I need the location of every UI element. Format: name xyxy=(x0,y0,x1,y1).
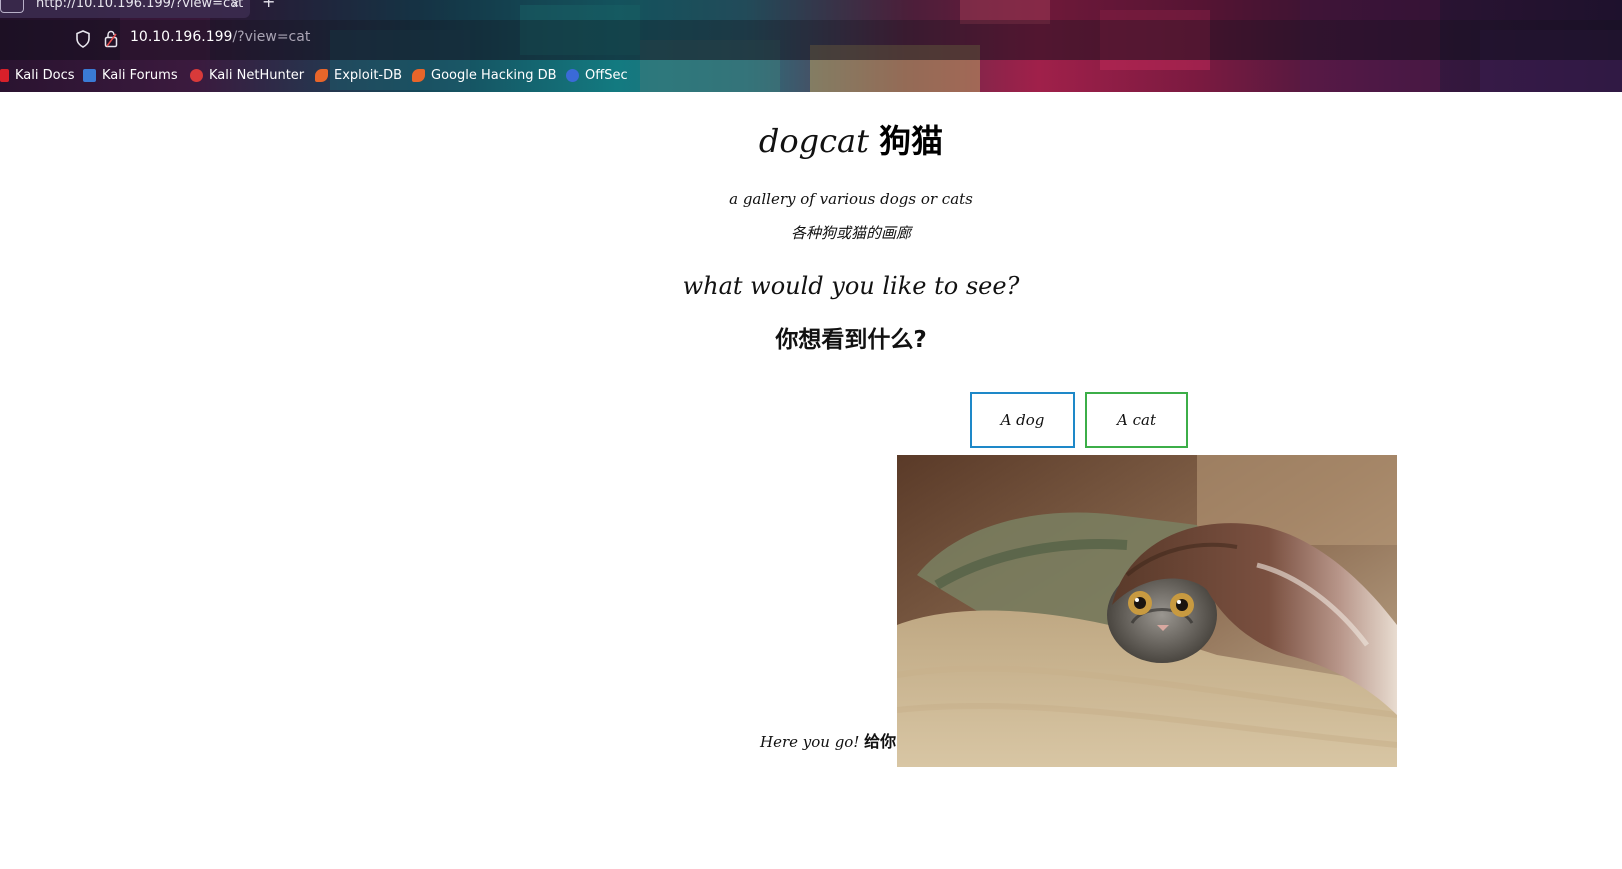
cat-button[interactable]: A cat xyxy=(1085,392,1188,448)
page-title-en: dogcat xyxy=(758,122,869,160)
bookmark-label: Exploit-DB xyxy=(334,68,403,83)
lock-icon[interactable] xyxy=(104,30,118,48)
tab-close-icon[interactable]: × xyxy=(231,0,240,14)
address-bar-url[interactable]: 10.10.196.199/?view=cat xyxy=(130,29,310,45)
bookmark-kali-docs[interactable]: Kali Docs xyxy=(0,68,75,83)
bookmark-offsec[interactable]: OffSec xyxy=(566,68,628,83)
page-content: dogcat 狗猫 a gallery of various dogs or c… xyxy=(0,92,1622,869)
subtitle-zh: 各种狗或猫的画廊 xyxy=(790,224,911,242)
result-caption: Here you go! 给你! xyxy=(760,728,903,752)
bookmark-label: Kali Forums xyxy=(102,68,178,83)
kali-nethunter-icon xyxy=(190,69,203,82)
dog-button[interactable]: A dog xyxy=(970,392,1075,448)
shield-icon[interactable] xyxy=(75,30,91,48)
ghdb-icon xyxy=(412,69,425,82)
browser-chrome: http://10.10.196.199/?view=cat × + 10.10… xyxy=(0,0,1622,92)
bookmarks-toolbar: Kali Docs Kali Forums Kali NetHunter Exp… xyxy=(0,63,1622,89)
url-path: /?view=cat xyxy=(232,29,311,45)
bookmark-kali-nethunter[interactable]: Kali NetHunter xyxy=(190,68,304,83)
bookmark-kali-forums[interactable]: Kali Forums xyxy=(83,68,178,83)
kali-docs-icon xyxy=(0,69,9,82)
bookmark-google-hacking-db[interactable]: Google Hacking DB xyxy=(412,68,557,83)
offsec-icon xyxy=(566,69,579,82)
page-title-zh: 狗猫 xyxy=(879,122,944,160)
tab-title: http://10.10.196.199/?view=cat xyxy=(36,0,244,11)
kali-forums-icon xyxy=(83,69,96,82)
tab-strip: http://10.10.196.199/?view=cat × + xyxy=(0,0,1622,20)
question-zh: 你想看到什么? xyxy=(775,327,927,353)
active-tab[interactable]: http://10.10.196.199/?view=cat × xyxy=(0,0,250,18)
bookmark-exploit-db[interactable]: Exploit-DB xyxy=(315,68,402,83)
cat-image xyxy=(897,455,1397,767)
question-en: what would you like to see? xyxy=(682,272,1020,300)
url-host: 10.10.196.199 xyxy=(130,29,233,45)
tab-favicon-icon xyxy=(0,0,24,13)
bookmark-label: Google Hacking DB xyxy=(431,68,557,83)
caption-en: Here you go! xyxy=(760,733,860,751)
page-title: dogcat 狗猫 xyxy=(0,116,1622,162)
exploit-db-icon xyxy=(315,69,328,82)
subtitle-en: a gallery of various dogs or cats xyxy=(729,190,973,208)
bookmark-label: OffSec xyxy=(585,68,628,83)
bookmark-label: Kali NetHunter xyxy=(209,68,305,83)
bookmark-label: Kali Docs xyxy=(15,68,75,83)
new-tab-button[interactable]: + xyxy=(262,0,275,11)
cat-photo-illustration xyxy=(897,455,1397,767)
